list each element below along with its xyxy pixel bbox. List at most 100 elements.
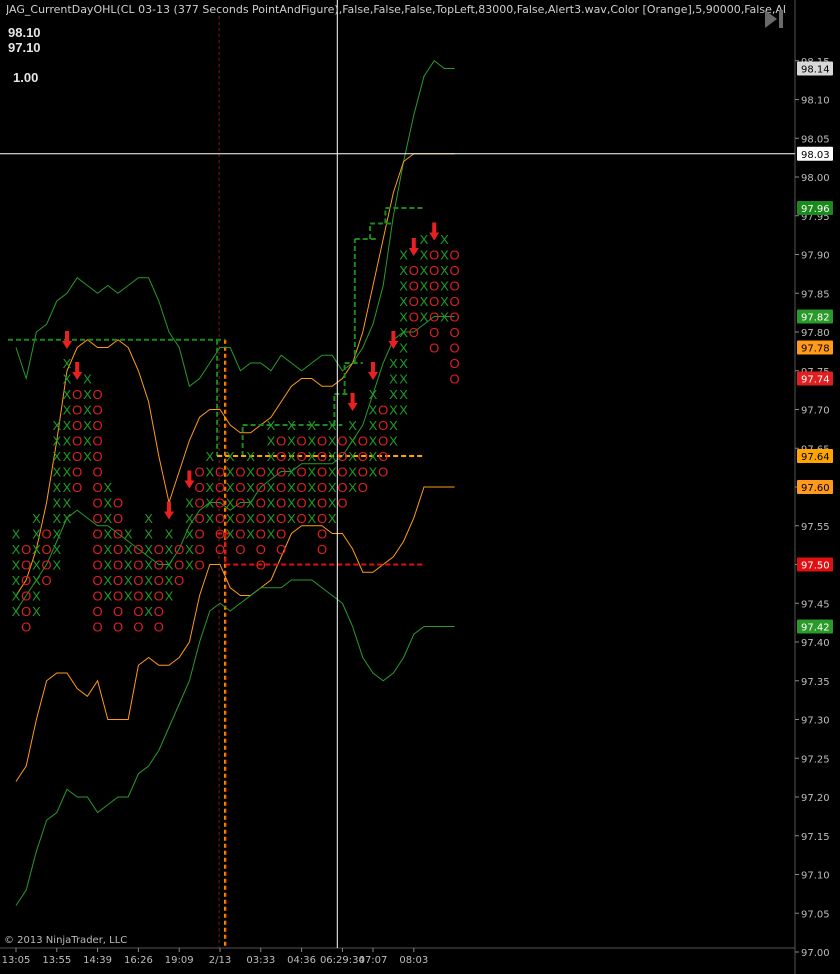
- pf-x-mark: X: [32, 527, 41, 542]
- pf-o-mark: O: [378, 418, 388, 433]
- pf-o-mark: O: [235, 480, 245, 495]
- pf-o-mark: O: [378, 465, 388, 480]
- pf-x-mark: X: [267, 496, 276, 511]
- copyright: © 2013 NinjaTrader, LLC: [4, 935, 128, 946]
- pf-o-mark: O: [72, 387, 82, 402]
- pf-o-mark: O: [93, 403, 103, 418]
- y-tick-label: 97.40: [801, 638, 830, 649]
- pf-x-mark: X: [389, 403, 398, 418]
- pf-x-mark: X: [369, 418, 378, 433]
- y-tick-label: 97.25: [801, 754, 830, 765]
- pf-o-mark: O: [93, 511, 103, 526]
- pf-o-mark: O: [297, 434, 307, 449]
- pf-o-mark: O: [113, 542, 123, 557]
- pf-o-mark: O: [154, 573, 164, 588]
- pf-x-mark: X: [103, 511, 112, 526]
- pf-x-mark: X: [369, 387, 378, 402]
- pf-o-mark: O: [215, 542, 225, 557]
- pf-o-mark: O: [450, 248, 460, 263]
- skip-forward-icon: [765, 10, 783, 28]
- y-tick-label: 97.35: [801, 677, 830, 688]
- x-tick-label: 14:39: [83, 955, 112, 966]
- pf-o-mark: O: [256, 511, 266, 526]
- pf-x-mark: X: [369, 449, 378, 464]
- pf-o-mark: O: [195, 542, 205, 557]
- pf-o-mark: O: [337, 449, 347, 464]
- pf-x-mark: X: [63, 387, 72, 402]
- pf-x-mark: X: [52, 480, 61, 495]
- pf-o-mark: O: [215, 465, 225, 480]
- y-tick-label: 97.70: [801, 406, 830, 417]
- pf-o-mark: O: [256, 465, 266, 480]
- pf-o-mark: O: [93, 620, 103, 635]
- pf-o-mark: O: [409, 263, 419, 278]
- pf-x-mark: X: [124, 527, 133, 542]
- x-tick-label: 08:03: [399, 955, 428, 966]
- pf-x-mark: X: [328, 434, 337, 449]
- pf-o-mark: O: [42, 527, 52, 542]
- pf-o-mark: O: [235, 496, 245, 511]
- pf-o-mark: O: [21, 620, 31, 635]
- pf-x-mark: X: [63, 449, 72, 464]
- pf-o-mark: O: [195, 465, 205, 480]
- pf-x-mark: X: [124, 542, 133, 557]
- pf-o-mark: O: [276, 465, 286, 480]
- price-tag-label: 97.96: [801, 204, 830, 215]
- pf-o-mark: O: [72, 434, 82, 449]
- pf-o-mark: O: [154, 558, 164, 573]
- pf-x-mark: X: [83, 434, 92, 449]
- pf-x-mark: X: [63, 511, 72, 526]
- x-tick-label: 13:05: [2, 955, 31, 966]
- pf-x-mark: X: [246, 511, 255, 526]
- pf-o-mark: O: [133, 589, 143, 604]
- price-tag-label: 98.14: [801, 65, 830, 76]
- pf-x-mark: X: [185, 511, 194, 526]
- indicator-title: JAG_CurrentDayOHL(CL 03-13 (377 Seconds …: [6, 3, 786, 16]
- pf-x-mark: X: [420, 232, 429, 247]
- x-tick-label: 16:26: [124, 955, 153, 966]
- pf-x-mark: X: [399, 403, 408, 418]
- pf-o-mark: O: [450, 356, 460, 371]
- pf-o-mark: O: [409, 310, 419, 325]
- pf-x-mark: X: [399, 341, 408, 356]
- down-arrow-signal: [347, 393, 358, 411]
- pf-x-mark: X: [420, 248, 429, 263]
- pf-x-mark: X: [420, 279, 429, 294]
- pf-o-mark: O: [113, 589, 123, 604]
- pf-x-mark: X: [267, 527, 276, 542]
- pf-x-mark: X: [399, 294, 408, 309]
- pf-x-mark: X: [287, 511, 296, 526]
- pf-o-mark: O: [21, 558, 31, 573]
- pf-o-mark: O: [256, 542, 266, 557]
- pf-x-mark: X: [389, 418, 398, 433]
- pf-x-mark: X: [420, 310, 429, 325]
- down-arrow-signal: [62, 331, 72, 349]
- pf-o-mark: O: [276, 511, 286, 526]
- pf-o-mark: O: [154, 620, 164, 635]
- pf-o-mark: O: [450, 310, 460, 325]
- pf-o-mark: O: [450, 341, 460, 356]
- pf-x-mark: X: [52, 449, 61, 464]
- pf-o-mark: O: [72, 449, 82, 464]
- price-tag-label: 97.74: [801, 375, 830, 386]
- pf-x-mark: X: [307, 496, 316, 511]
- pf-o-mark: O: [174, 573, 184, 588]
- pf-o-mark: O: [215, 496, 225, 511]
- pf-o-mark: O: [93, 542, 103, 557]
- price-tag-label: 98.03: [801, 150, 830, 161]
- pf-x-mark: X: [144, 511, 153, 526]
- pf-x-mark: X: [328, 511, 337, 526]
- pf-x-mark: X: [267, 511, 276, 526]
- scroll-to-end-button[interactable]: [760, 6, 788, 32]
- pf-o-mark: O: [256, 527, 266, 542]
- pf-o-mark: O: [450, 372, 460, 387]
- pf-x-mark: X: [205, 496, 214, 511]
- pf-o-mark: O: [429, 279, 439, 294]
- pf-o-mark: O: [154, 604, 164, 619]
- pf-chart[interactable]: 98.1598.1098.0598.0097.9597.9097.8597.80…: [0, 0, 840, 974]
- pf-o-mark: O: [409, 294, 419, 309]
- pf-x-mark: X: [144, 558, 153, 573]
- pf-x-mark: X: [440, 294, 449, 309]
- pf-o-mark: O: [72, 465, 82, 480]
- pf-x-mark: X: [103, 480, 112, 495]
